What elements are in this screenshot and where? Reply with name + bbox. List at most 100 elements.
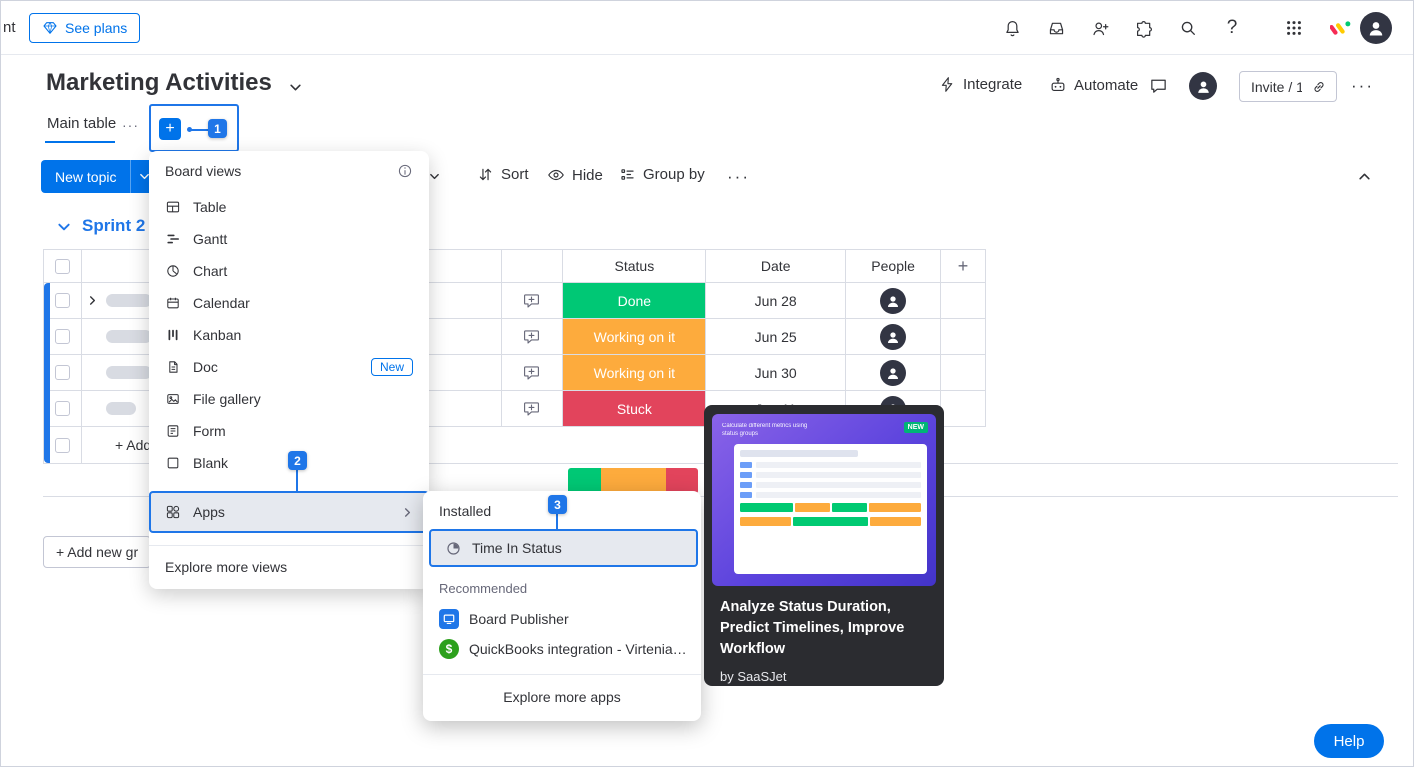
copy-link-icon[interactable] [1302,71,1337,102]
inbox-icon[interactable] [1042,14,1070,42]
calendar-view-icon [165,295,181,311]
board-owner-avatar[interactable] [1189,72,1217,100]
group-title[interactable]: Sprint 2 [82,216,145,236]
add-new-group-button[interactable]: + Add new gr [43,536,151,568]
board-title-chevron-down-icon[interactable] [289,81,302,94]
date-cell[interactable]: Jun 30 [706,355,846,390]
conversation-cell[interactable] [502,355,564,390]
preview-new-badge: NEW [904,422,928,433]
app-grid-icon[interactable] [1280,14,1308,42]
menu-item-gantt[interactable]: Gantt [149,223,429,255]
step-3-connector-line [556,514,558,529]
expand-item-chevron-icon[interactable] [87,295,98,306]
empty-cell [941,355,986,390]
info-icon[interactable] [397,163,413,179]
app-tooltip-byline: by SaaSJet [720,669,928,684]
menu-item-table[interactable]: Table [149,191,429,223]
add-view-highlight-box: + 1 [149,104,239,152]
collapsed-filter-chevron-icon[interactable] [429,171,440,182]
question-glyph: ? [1227,17,1238,39]
date-column-header[interactable]: Date [706,250,846,282]
assignee-avatar [880,288,906,314]
menu-item-label: Calendar [193,295,250,311]
menu-item-board-publisher[interactable]: Board Publisher [423,604,701,634]
people-column-header[interactable]: People [846,250,941,282]
search-icon[interactable] [1174,14,1202,42]
blank-view-icon [165,455,181,471]
menu-item-file-gallery[interactable]: File gallery [149,383,429,415]
app-preview-tooltip: Calculate different metrics using status… [704,405,944,686]
menu-item-calendar[interactable]: Calendar [149,287,429,319]
integrate-label: Integrate [963,76,1022,93]
hide-button[interactable]: Hide [547,166,603,184]
user-avatar[interactable] [1360,12,1392,44]
menu-item-time-in-status[interactable]: Time In Status [429,529,698,567]
notifications-bell-icon[interactable] [998,14,1026,42]
explore-more-views-link[interactable]: Explore more views [149,546,429,583]
menu-item-doc[interactable]: Doc New [149,351,429,383]
add-view-button[interactable]: + [159,118,181,140]
walkthrough-step-3-badge: 3 [548,495,567,514]
help-button[interactable]: Help [1314,724,1384,758]
menu-item-form[interactable]: Form [149,415,429,447]
top-bar: nt See plans ? [1,1,1413,55]
status-cell[interactable]: Stuck [563,391,706,426]
row-checkbox[interactable] [55,438,70,453]
row-checkbox[interactable] [55,293,70,308]
people-cell[interactable] [846,283,941,318]
conversation-cell[interactable] [502,391,564,426]
date-cell[interactable]: Jun 25 [706,319,846,354]
date-cell[interactable]: Jun 28 [706,283,846,318]
step-2-connector-line [296,469,298,491]
menu-item-quickbooks[interactable]: $ QuickBooks integration - Virtenia… [423,634,701,664]
new-topic-split-button: New topic [41,160,157,193]
board-title[interactable]: Marketing Activities [46,69,272,97]
sort-button[interactable]: Sort [477,166,529,183]
toolbar-more-options[interactable]: ··· [727,167,750,187]
integrate-button[interactable]: Integrate [939,76,1022,93]
automate-button[interactable]: Automate [1049,76,1138,94]
chart-view-icon [165,263,181,279]
status-cell[interactable]: Done [563,283,706,318]
assignee-avatar [880,360,906,386]
marketplace-puzzle-icon[interactable] [1130,14,1158,42]
group-by-button[interactable]: Group by [619,166,705,183]
active-tab-underline [45,141,115,143]
board-chat-icon[interactable] [1149,76,1168,95]
new-topic-button[interactable]: New topic [41,160,130,193]
menu-item-kanban[interactable]: Kanban [149,319,429,351]
eye-icon [547,166,565,184]
select-all-checkbox[interactable] [55,259,70,274]
menu-item-apps[interactable]: Apps [149,491,429,533]
conversation-cell[interactable] [502,283,564,318]
group-collapse-chevron-icon[interactable] [57,220,71,234]
menu-item-label: Table [193,199,226,215]
people-cell[interactable] [846,355,941,390]
row-checkbox[interactable] [55,329,70,344]
people-cell[interactable] [846,319,941,354]
doc-view-icon [165,359,181,375]
see-plans-button[interactable]: See plans [29,13,140,43]
apps-icon [165,504,181,520]
gantt-view-icon [165,231,181,247]
status-cell[interactable]: Working on it [563,319,706,354]
row-checkbox[interactable] [55,401,70,416]
row-checkbox[interactable] [55,365,70,380]
invite-members-icon[interactable] [1086,14,1114,42]
help-question-icon[interactable]: ? [1218,14,1246,42]
add-column-button[interactable]: + [941,250,986,282]
menu-item-chart[interactable]: Chart [149,255,429,287]
apps-submenu: Installed 3 Time In Status Recommended B… [423,491,701,721]
monday-board-page: nt See plans ? [0,0,1414,767]
collapse-header-chevron-up-icon[interactable] [1348,160,1380,192]
explore-more-apps-link[interactable]: Explore more apps [423,675,701,717]
conversation-cell[interactable] [502,319,564,354]
status-column-header[interactable]: Status [563,250,706,282]
time-in-status-label: Time In Status [472,540,562,556]
tab-options[interactable]: ··· [122,117,139,133]
redacted-item-name [106,330,152,343]
board-more-options[interactable]: ··· [1351,76,1374,96]
see-plans-label: See plans [65,20,127,36]
status-cell[interactable]: Working on it [563,355,706,390]
tab-main-table[interactable]: Main table [47,115,116,132]
